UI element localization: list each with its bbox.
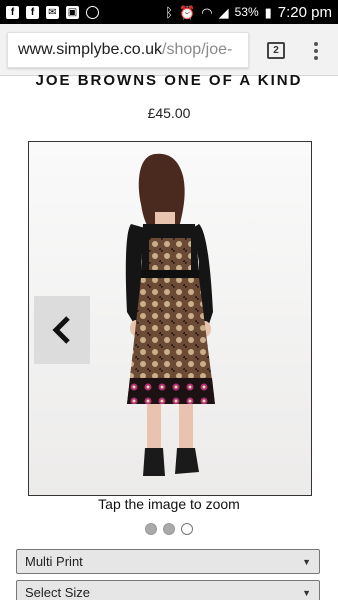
- colour-select-value: Multi Print: [25, 554, 83, 569]
- battery-icon: ▮: [264, 4, 272, 20]
- bluetooth-icon: ᛒ: [165, 4, 174, 20]
- chevron-down-icon: ▼: [302, 587, 311, 598]
- battery-percent: 53%: [234, 5, 259, 19]
- carousel-dots: [0, 523, 338, 535]
- carousel-dot[interactable]: [145, 523, 157, 535]
- gallery-icon: ▣: [66, 5, 79, 19]
- chevron-left-icon: [52, 316, 70, 344]
- notification-icons: f f ✉ ▣: [6, 5, 99, 19]
- overflow-menu-icon[interactable]: [309, 40, 323, 62]
- tab-switcher-button[interactable]: 2: [267, 42, 285, 59]
- url-host: www.simplybe.co.uk: [18, 41, 163, 58]
- facebook-icon: f: [6, 5, 19, 19]
- zoom-hint: Tap the image to zoom: [98, 496, 240, 512]
- chat-icon: [86, 5, 99, 19]
- status-bar: f f ✉ ▣ ᛒ ⏰ ◠ ◢ 53% ▮ 7:20 pm: [0, 0, 338, 24]
- url-path: /shop/joe-: [162, 41, 233, 58]
- facebook-icon: f: [26, 5, 39, 19]
- signal-icon: ◢: [218, 4, 229, 20]
- carousel-dot[interactable]: [163, 523, 175, 535]
- mail-icon: ✉: [46, 5, 59, 19]
- colour-select[interactable]: Multi Print ▼: [16, 549, 320, 574]
- alarm-icon: ⏰: [179, 4, 196, 20]
- carousel-prev-button[interactable]: [34, 296, 90, 364]
- product-title: JOE BROWNS ONE OF A KIND DRESS.: [35, 72, 303, 89]
- system-icons: ᛒ ⏰ ◠ ◢ 53% ▮ 7:20 pm: [165, 4, 332, 21]
- carousel-dot[interactable]: [181, 523, 193, 535]
- size-select-value: Select Size: [25, 585, 91, 600]
- wifi-icon: ◠: [201, 4, 213, 20]
- product-price: £45.00: [147, 105, 191, 121]
- clock: 7:20 pm: [277, 3, 332, 21]
- size-select[interactable]: Select Size ▼: [16, 580, 320, 600]
- chevron-down-icon: ▼: [302, 556, 311, 567]
- url-bar[interactable]: www.simplybe.co.uk/shop/joe-: [7, 32, 249, 68]
